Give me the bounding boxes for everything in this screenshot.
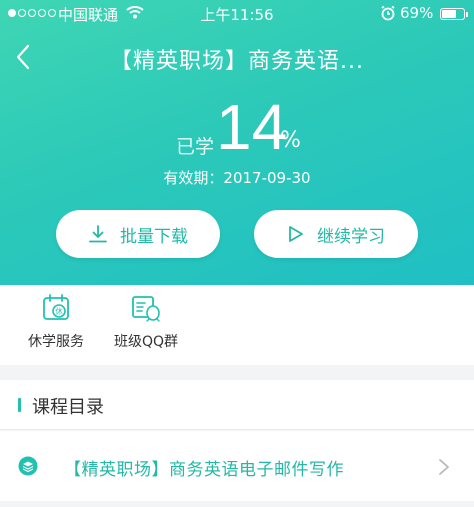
page-title: 【精英职场】商务英语... [110,49,364,74]
progress-unit: % [280,128,301,153]
battery-tip [466,12,468,17]
progress-value: 14 [216,91,288,163]
validity-date: 有效期：2017-09-30 [163,169,311,187]
service-suspend-study[interactable]: 休 休学服务 [16,293,96,351]
service-suspend-study-label: 休学服务 [28,334,84,350]
battery-fill [442,10,457,18]
batch-download-label: 批量下载 [120,226,188,247]
qq-group-icon [132,296,160,322]
continue-learning-button[interactable]: 继续学习 [254,210,418,258]
progress-label: 已学 [176,136,215,158]
battery-icon [440,8,465,20]
alarm-icon [380,5,396,25]
course-header: 中国联通 上午11:56 69% 【精英职场】商务英语... 已学 14 % 有… [0,0,474,285]
services-panel: 休 休学服务 班级QQ群 [0,285,474,365]
download-icon [89,225,107,243]
course-list-item[interactable]: 【精英职场】商务英语电子邮件写作 [0,431,474,501]
calendar-rest-icon: 休 [43,294,69,320]
chevron-right-icon [438,457,450,481]
section-accent-bar [18,398,21,412]
play-icon [289,226,303,242]
service-class-qq-group-label: 班级QQ群 [113,334,179,350]
course-catalog-header: 课程目录 [0,380,474,430]
status-bar: 中国联通 上午11:56 69% [0,0,474,28]
svg-text:休: 休 [55,306,63,316]
course-catalog-title: 课程目录 [32,397,104,418]
continue-learning-label: 继续学习 [317,226,385,247]
layers-icon [18,456,38,480]
course-item-title: 【精英职场】商务英语电子邮件写作 [64,460,344,480]
battery-percent: 69% [400,4,434,22]
service-class-qq-group[interactable]: 班级QQ群 [106,293,186,351]
batch-download-button[interactable]: 批量下载 [56,210,220,258]
